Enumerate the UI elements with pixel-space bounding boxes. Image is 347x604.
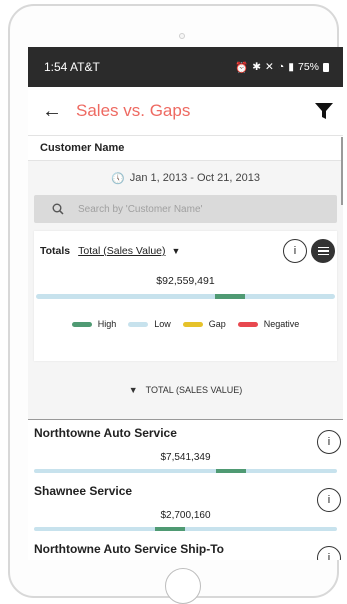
- page-title: Sales vs. Gaps: [76, 101, 191, 120]
- customer-name: Northtowne Auto Service: [34, 426, 177, 440]
- status-icons: ⏰ ✱ ✕ ◔ ▮ 75%: [235, 61, 329, 74]
- battery-percent: 75%: [297, 61, 319, 73]
- legend-low: Low: [128, 319, 171, 329]
- wifi-icon: ◔: [277, 61, 285, 73]
- app-screen: 1:54 AT&T ⏰ ✱ ✕ ◔ ▮ 75% ← Sales vs. Gaps…: [28, 47, 343, 560]
- menu-icon[interactable]: [311, 239, 335, 263]
- filter-icon[interactable]: [315, 102, 333, 120]
- clock-icon: 🕔: [111, 172, 125, 185]
- info-icon[interactable]: i: [317, 488, 341, 512]
- group-header-label: TOTAL (SALES VALUE): [145, 385, 243, 395]
- legend-high-label: High: [97, 319, 117, 329]
- alarm-icon: ⏰: [235, 61, 249, 74]
- info-icon[interactable]: i: [317, 546, 341, 560]
- search-input[interactable]: [78, 203, 298, 215]
- camera-icon: [179, 33, 185, 39]
- legend-low-swatch: [128, 321, 149, 327]
- list-item[interactable]: Northtowne Auto Service i $7,541,349: [28, 420, 343, 478]
- scrollbar[interactable]: [341, 137, 343, 205]
- measure-dropdown[interactable]: Total (Sales Value): [78, 245, 165, 257]
- battery-icon: [323, 62, 329, 72]
- totals-bar-high: [215, 294, 246, 299]
- mute-icon: ✕: [265, 61, 274, 73]
- totals-bar: [36, 294, 335, 299]
- customer-value: $2,700,160: [160, 510, 211, 521]
- legend-negative-swatch: [237, 321, 258, 327]
- status-bar: 1:54 AT&T ⏰ ✱ ✕ ◔ ▮ 75%: [28, 47, 343, 87]
- legend-gap-swatch: [182, 321, 203, 327]
- caret-down-icon[interactable]: ▼: [172, 246, 181, 256]
- back-arrow-icon[interactable]: ←: [42, 100, 76, 123]
- customer-bar-high: [215, 469, 247, 473]
- customer-name-filter[interactable]: Customer Name: [28, 135, 343, 161]
- status-time-carrier: 1:54 AT&T: [44, 60, 100, 74]
- bluetooth-icon: ✱: [252, 61, 262, 73]
- info-icon[interactable]: i: [317, 430, 341, 454]
- customer-name: Northtowne Auto Service Ship-To: [34, 542, 225, 556]
- legend-high: High: [71, 319, 117, 329]
- search-bar: [34, 195, 337, 223]
- legend-gap-label: Gap: [208, 319, 226, 329]
- customer-bar: [34, 469, 337, 473]
- signal-icon: ▮: [288, 61, 294, 73]
- customer-bar-high: [155, 527, 186, 531]
- home-button[interactable]: [165, 568, 201, 604]
- customer-list: Northtowne Auto Service i $7,541,349 Sha…: [28, 419, 343, 560]
- caret-down-icon: ▼: [128, 385, 138, 395]
- legend: High Low Gap Negative: [34, 319, 337, 329]
- customer-value: $7,541,349: [160, 452, 211, 463]
- date-range-text: Jan 1, 2013 - Oct 21, 2013: [129, 172, 260, 184]
- group-header[interactable]: ▼ TOTAL (SALES VALUE): [28, 361, 343, 419]
- total-value: $92,559,491: [156, 275, 215, 287]
- legend-high-swatch: [71, 321, 92, 327]
- search-icon: [52, 203, 64, 215]
- info-icon[interactable]: i: [283, 239, 307, 263]
- legend-negative-label: Negative: [263, 319, 300, 329]
- totals-card: Totals Total (Sales Value) ▼ i $92,559,4…: [34, 231, 337, 361]
- list-item[interactable]: Northtowne Auto Service Ship-To i: [28, 536, 343, 560]
- legend-gap: Gap: [182, 319, 226, 329]
- list-item[interactable]: Shawnee Service i $2,700,160: [28, 478, 343, 536]
- legend-negative: Negative: [237, 319, 300, 329]
- customer-bar: [34, 527, 337, 531]
- app-bar: ← Sales vs. Gaps: [28, 87, 343, 135]
- customer-name: Shawnee Service: [34, 484, 133, 498]
- totals-label: Totals: [40, 245, 71, 257]
- legend-low-label: Low: [154, 319, 171, 329]
- date-range-selector[interactable]: 🕔 Jan 1, 2013 - Oct 21, 2013: [28, 161, 343, 195]
